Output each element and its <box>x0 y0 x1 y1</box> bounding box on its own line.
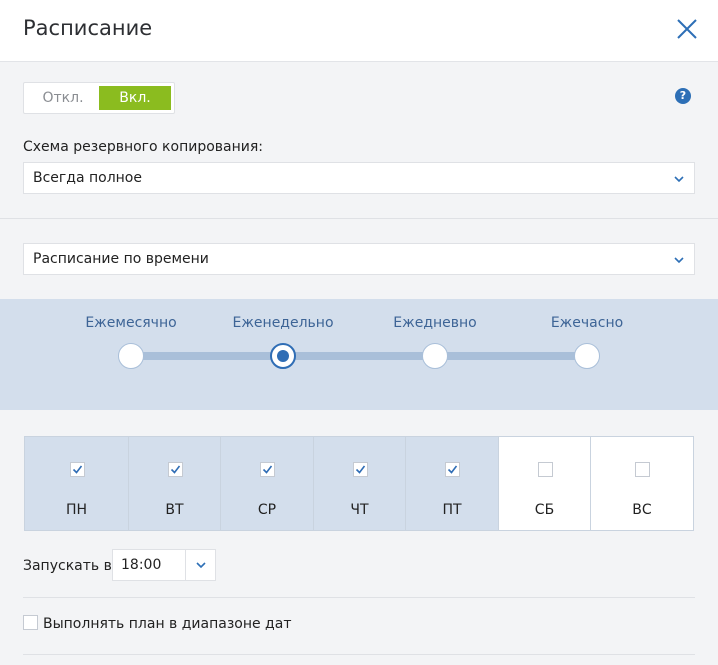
day-friday[interactable]: ПТ <box>406 437 499 530</box>
frequency-hourly-label[interactable]: Ежечасно <box>551 315 623 331</box>
day-thursday-checkbox[interactable] <box>352 462 368 477</box>
schedule-type-value: Расписание по времени <box>33 251 209 267</box>
frequency-daily-knob[interactable] <box>422 343 448 369</box>
frequency-weekly-knob[interactable] <box>270 343 296 369</box>
toggle-on-option[interactable]: Вкл. <box>99 86 171 110</box>
start-time-value: 18:00 <box>121 557 162 573</box>
backup-scheme-value: Всегда полное <box>33 170 142 186</box>
day-tuesday-label: ВТ <box>165 502 184 518</box>
schedule-toggle: Откл. Вкл. <box>23 82 175 114</box>
day-friday-label: ПТ <box>442 502 462 518</box>
chevron-down-icon <box>674 257 684 264</box>
start-time-label: Запускать в: <box>23 558 117 574</box>
frequency-track <box>131 352 587 360</box>
dialog-header: Расписание <box>0 0 718 62</box>
day-thursday[interactable]: ЧТ <box>314 437 406 530</box>
frequency-weekly-label[interactable]: Еженедельно <box>232 315 333 331</box>
day-saturday[interactable]: СБ <box>499 437 591 530</box>
day-wednesday[interactable]: СР <box>221 437 314 530</box>
backup-scheme-label: Схема резервного копирования: <box>23 139 263 155</box>
date-range-checkbox[interactable] <box>23 615 38 630</box>
day-saturday-checkbox[interactable] <box>537 462 553 477</box>
day-tuesday[interactable]: ВТ <box>129 437 221 530</box>
toggle-off-option[interactable]: Откл. <box>27 86 99 110</box>
close-icon[interactable] <box>676 18 698 42</box>
day-wednesday-label: СР <box>257 502 277 518</box>
date-range-label[interactable]: Выполнять план в диапазоне дат <box>43 616 291 632</box>
frequency-monthly-label[interactable]: Ежемесячно <box>85 315 176 331</box>
question-icon[interactable]: ? <box>675 88 691 104</box>
start-time-picker[interactable]: 18:00 <box>112 549 216 581</box>
dialog-title: Расписание <box>23 16 153 40</box>
section-divider <box>23 654 695 655</box>
frequency-monthly-knob[interactable] <box>118 343 144 369</box>
day-friday-checkbox[interactable] <box>445 462 460 477</box>
day-sunday-checkbox[interactable] <box>635 462 650 477</box>
day-monday[interactable]: ПН <box>25 437 129 530</box>
weekday-selector: ПН ВТ СР ЧТ ПТ СБ ВС <box>24 436 694 531</box>
day-sunday[interactable]: ВС <box>591 437 693 530</box>
checkmark-icon <box>447 465 458 474</box>
day-thursday-label: ЧТ <box>350 502 369 518</box>
frequency-daily-label[interactable]: Ежедневно <box>393 315 477 331</box>
chevron-down-icon <box>674 176 684 183</box>
section-divider <box>0 218 718 219</box>
backup-scheme-select[interactable]: Всегда полное <box>23 162 695 194</box>
checkmark-icon <box>170 465 180 474</box>
frequency-selector: Ежемесячно Еженедельно Ежедневно Ежечасн… <box>0 299 718 410</box>
checkmark-icon <box>355 465 365 474</box>
day-saturday-label: СБ <box>534 502 555 518</box>
day-wednesday-checkbox[interactable] <box>260 462 275 477</box>
checkmark-icon <box>72 465 82 474</box>
checkmark-icon <box>262 465 273 474</box>
start-time-dropdown-button[interactable] <box>185 550 216 580</box>
frequency-hourly-knob[interactable] <box>574 343 600 369</box>
day-sunday-label: ВС <box>632 502 652 518</box>
day-tuesday-checkbox[interactable] <box>167 462 183 477</box>
schedule-type-select[interactable]: Расписание по времени <box>23 243 695 275</box>
section-divider <box>23 597 695 598</box>
day-monday-label: ПН <box>65 502 88 518</box>
chevron-down-icon <box>196 562 206 569</box>
day-monday-checkbox[interactable] <box>69 462 85 477</box>
